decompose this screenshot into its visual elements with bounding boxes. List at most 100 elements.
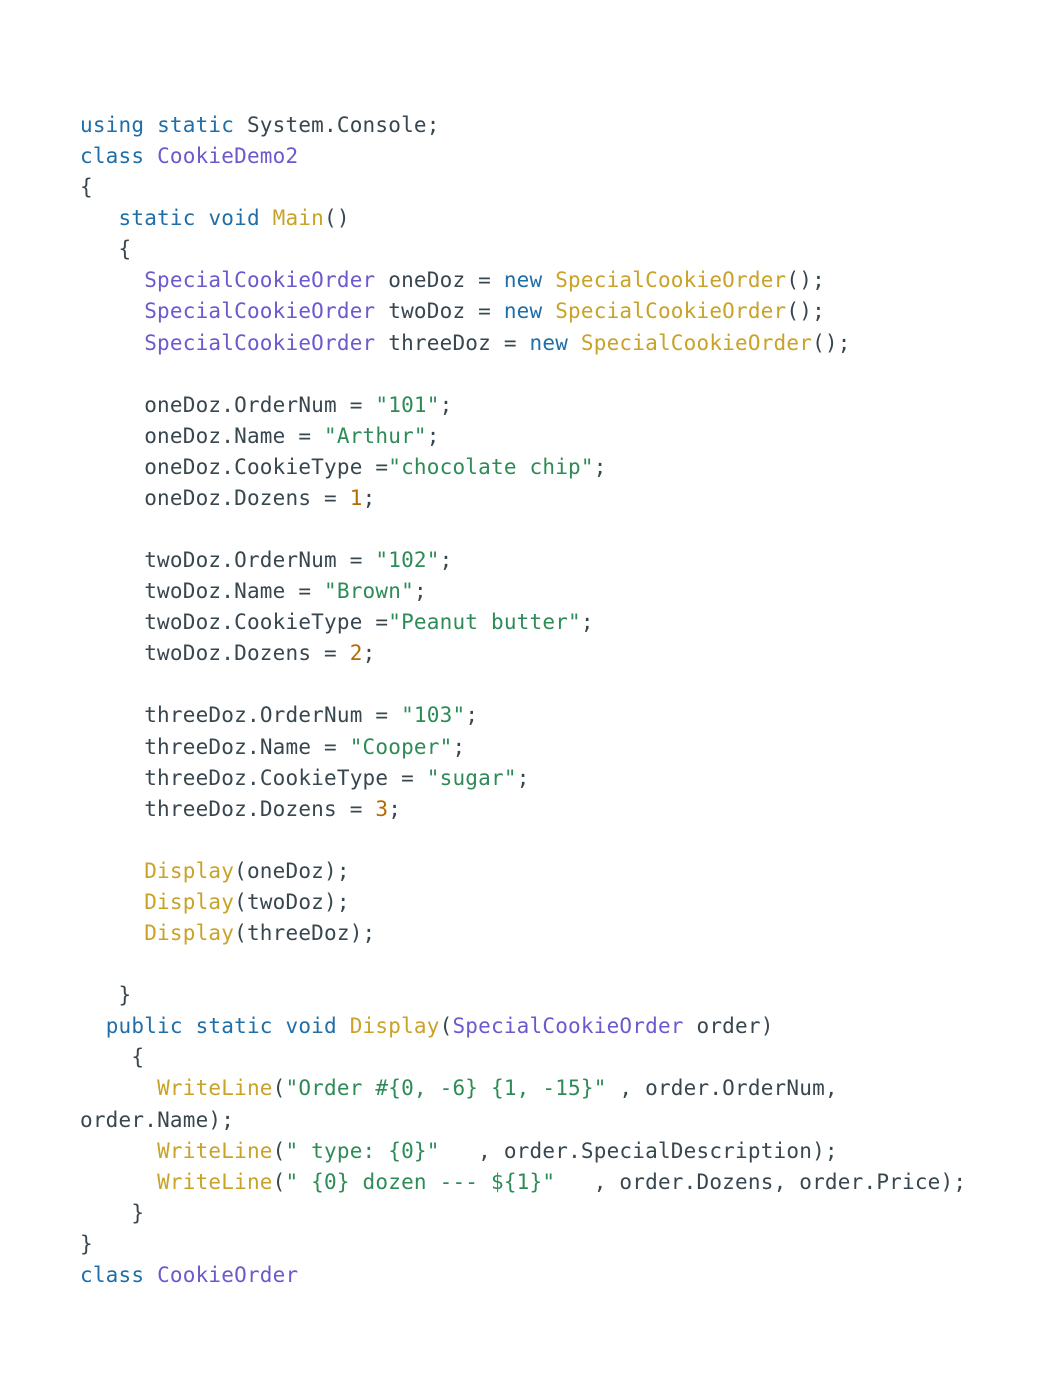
token-pun: OrderNum xyxy=(234,393,350,417)
token-pun: = xyxy=(375,610,388,634)
token-pun: . xyxy=(221,424,234,448)
token-pun: . xyxy=(221,548,234,572)
token-pun xyxy=(80,1014,106,1038)
token-pun: threeDoz xyxy=(80,735,247,759)
token-kw: void xyxy=(286,1014,337,1038)
token-pun: . xyxy=(863,1170,876,1194)
token-pun: ; xyxy=(594,455,607,479)
token-pun: Name xyxy=(234,579,298,603)
token-pun: ; xyxy=(440,548,453,572)
token-pun: . xyxy=(709,1076,722,1100)
token-pun xyxy=(440,1139,479,1163)
token-str: "chocolate chip" xyxy=(388,455,594,479)
token-kw: using xyxy=(80,113,144,137)
token-pun: oneDoz xyxy=(80,393,221,417)
token-pun: Price); xyxy=(876,1170,966,1194)
token-pun xyxy=(273,1014,286,1038)
token-pun: . xyxy=(221,641,234,665)
token-fn: Main xyxy=(273,206,324,230)
token-pun xyxy=(80,1139,157,1163)
token-pun: CookieType xyxy=(234,455,375,479)
token-pun: order xyxy=(632,1076,709,1100)
token-pun: = xyxy=(478,299,491,323)
token-pun xyxy=(144,113,157,137)
token-kw: public xyxy=(106,1014,183,1038)
token-pun: ; xyxy=(440,393,453,417)
token-fn: SpecialCookieOrder xyxy=(555,299,786,323)
token-pun: Dozens xyxy=(234,641,324,665)
token-pun xyxy=(491,299,504,323)
token-fn: Display xyxy=(350,1014,440,1038)
token-pun: System xyxy=(234,113,324,137)
token-str: "101" xyxy=(375,393,439,417)
token-str: "Peanut butter" xyxy=(388,610,581,634)
token-kw: class xyxy=(80,144,144,168)
token-pun: oneDoz xyxy=(80,424,221,448)
token-pun: ; xyxy=(517,766,530,790)
token-str: "102" xyxy=(375,548,439,572)
token-pun: ; xyxy=(363,641,376,665)
token-fn: WriteLine xyxy=(157,1139,273,1163)
token-str: "sugar" xyxy=(427,766,517,790)
token-pun xyxy=(311,424,324,448)
token-pun: CookieType xyxy=(234,610,375,634)
token-pun: = xyxy=(504,331,517,355)
token-pun xyxy=(80,859,144,883)
token-pun: = xyxy=(298,424,311,448)
token-pun: , xyxy=(594,1170,607,1194)
token-pun: . xyxy=(247,703,260,727)
token-pun xyxy=(80,299,144,323)
token-pun: . xyxy=(247,735,260,759)
code-content: using static System.Console; class Cooki… xyxy=(80,113,966,1287)
token-pun: . xyxy=(221,393,234,417)
token-pun xyxy=(542,268,555,292)
token-pun: } xyxy=(80,983,131,1007)
token-fn: WriteLine xyxy=(157,1076,273,1100)
token-fn: Display xyxy=(144,890,234,914)
token-pun: = xyxy=(324,641,337,665)
token-pun: , xyxy=(825,1076,838,1100)
token-pun xyxy=(363,548,376,572)
token-type: CookieDemo2 xyxy=(157,144,298,168)
token-pun: SpecialDescription); xyxy=(581,1139,838,1163)
token-pun: . xyxy=(568,1139,581,1163)
token-pun: . xyxy=(324,113,337,137)
token-pun: (twoDoz); xyxy=(234,890,350,914)
token-pun: . xyxy=(221,455,234,479)
token-pun: (); xyxy=(786,268,825,292)
token-fn: SpecialCookieOrder xyxy=(581,331,812,355)
token-num: 2 xyxy=(350,641,363,665)
token-pun: oneDoz xyxy=(80,455,221,479)
token-pun: order xyxy=(607,1170,684,1194)
token-pun: (oneDoz); xyxy=(234,859,350,883)
token-fn: Display xyxy=(144,921,234,945)
token-kw: static xyxy=(196,1014,273,1038)
token-pun: ( xyxy=(273,1076,286,1100)
token-pun xyxy=(363,393,376,417)
code-block: using static System.Console; class Cooki… xyxy=(0,0,1062,1351)
token-pun: order xyxy=(491,1139,568,1163)
token-str: "103" xyxy=(401,703,465,727)
token-pun: threeDoz xyxy=(80,766,247,790)
token-pun: . xyxy=(247,766,260,790)
token-pun xyxy=(337,1014,350,1038)
token-pun: OrderNum xyxy=(722,1076,825,1100)
token-num: 1 xyxy=(350,486,363,510)
token-pun: . xyxy=(144,1108,157,1132)
token-pun: ( xyxy=(440,1014,453,1038)
token-pun xyxy=(414,766,427,790)
token-pun xyxy=(80,206,119,230)
token-pun: CookieType xyxy=(260,766,401,790)
token-pun: ; xyxy=(465,703,478,727)
token-pun: ; xyxy=(427,424,440,448)
token-pun: } xyxy=(80,1201,144,1225)
token-str: " {0} dozen --- ${1}" xyxy=(286,1170,556,1194)
token-pun: , xyxy=(774,1170,787,1194)
token-pun: twoDoz xyxy=(80,579,221,603)
token-pun xyxy=(144,1263,157,1287)
token-pun: { xyxy=(80,237,131,261)
token-pun: OrderNum xyxy=(234,548,350,572)
token-pun: , xyxy=(619,1076,632,1100)
token-str: "Cooper" xyxy=(350,735,453,759)
token-pun: = xyxy=(350,393,363,417)
